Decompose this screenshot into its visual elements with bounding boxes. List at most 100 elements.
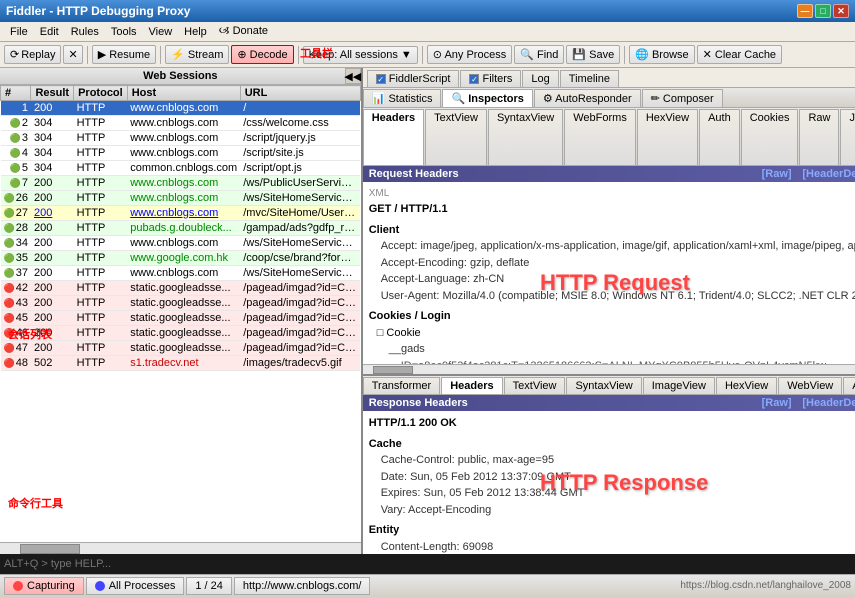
tab-webforms[interactable]: WebForms <box>564 109 636 166</box>
menu-rules[interactable]: Rules <box>65 25 105 39</box>
stream-button[interactable]: ⚡ Stream <box>165 45 229 64</box>
session-url: /ws/SiteHomeService.asmx/ <box>240 191 360 206</box>
cookie-root: □ Cookie <box>377 325 855 342</box>
menu-edit[interactable]: Edit <box>34 25 65 39</box>
session-host: www.cnblogs.com <box>127 266 240 281</box>
tab-raw[interactable]: Raw <box>799 109 839 166</box>
current-url: http://www.cnblogs.com/ <box>234 577 371 595</box>
tab-textview[interactable]: TextView <box>425 109 487 166</box>
table-row[interactable]: 🟢34200HTTPwww.cnblogs.com/ws/SiteHomeSer… <box>1 236 361 251</box>
capturing-status[interactable]: Capturing <box>4 577 84 595</box>
filters-checkbox[interactable]: ✓ <box>469 74 479 84</box>
table-row[interactable]: 🟢28200HTTPpubads.g.doubleck.../gampad/ad… <box>1 221 361 236</box>
tab-imageview[interactable]: ImageView <box>643 377 715 395</box>
tab-resp-textview[interactable]: TextView <box>504 377 566 395</box>
session-host: static.googleadsse... <box>127 311 240 326</box>
table-row[interactable]: 🟢5304HTTPcommon.cnblogs.com/script/opt.j… <box>1 161 361 176</box>
session-protocol: HTTP <box>74 236 128 251</box>
entity-header: Entity <box>369 522 855 539</box>
table-row[interactable]: 🟢2304HTTPwww.cnblogs.com/css/welcome.css <box>1 116 361 131</box>
tab-resp-syntaxview[interactable]: SyntaxView <box>566 377 641 395</box>
response-header-bar: Response Headers [Raw] [HeaderDefinition… <box>363 395 855 411</box>
tab-resp-hexview[interactable]: HexView <box>716 377 777 395</box>
tab-inspectors[interactable]: 🔍 Inspectors <box>442 89 532 108</box>
tab-json[interactable]: JSON <box>840 109 855 166</box>
tab-resp-auth[interactable]: Auth <box>843 377 855 395</box>
menu-donate[interactable]: 🙢 Donate <box>213 21 274 42</box>
tab-filters-label: Filters <box>482 73 512 85</box>
table-row[interactable]: 1200HTTPwww.cnblogs.com/ <box>1 101 361 116</box>
resume-button[interactable]: ▶ Resume <box>92 45 156 64</box>
table-row[interactable]: 🔴43200HTTPstatic.googleadsse.../pagead/i… <box>1 296 361 311</box>
session-url: /css/welcome.css <box>240 116 360 131</box>
menu-view[interactable]: View <box>143 25 179 39</box>
tab-resp-headers[interactable]: Headers <box>441 377 502 395</box>
minimize-button[interactable]: — <box>797 4 813 18</box>
toolbar-sep-3 <box>298 46 299 64</box>
sessions-hscroll[interactable] <box>0 542 361 554</box>
processes-status[interactable]: All Processes <box>86 577 185 595</box>
hscroll-thumb[interactable] <box>20 544 80 554</box>
table-row[interactable]: 🔴47200HTTPstatic.googleadsse.../pagead/i… <box>1 341 361 356</box>
fiddlerscript-checkbox[interactable]: ✓ <box>376 74 386 84</box>
request-hscroll-thumb[interactable] <box>373 366 413 374</box>
session-host: www.cnblogs.com <box>127 101 240 116</box>
table-row[interactable]: 🟢27200HTTPwww.cnblogs.com/mvc/SiteHome/U… <box>1 206 361 221</box>
menu-file[interactable]: File <box>4 25 34 39</box>
request-def-link[interactable]: [HeaderDefinitions] <box>802 168 855 180</box>
tab-cookies[interactable]: Cookies <box>741 109 799 166</box>
menu-tools[interactable]: Tools <box>105 25 143 39</box>
response-raw-link[interactable]: [Raw] <box>762 397 792 409</box>
request-raw-link[interactable]: [Raw] <box>762 168 792 180</box>
command-input[interactable] <box>4 558 851 570</box>
tab-transformer[interactable]: Transformer <box>363 377 441 395</box>
tab-autoresponder[interactable]: ⚙ AutoResponder <box>534 89 641 108</box>
response-def-link[interactable]: [HeaderDefinitions] <box>802 397 855 409</box>
tab-headers[interactable]: Headers <box>363 109 424 166</box>
remove-button[interactable]: ✕ <box>63 45 82 64</box>
session-number: 1 <box>22 102 28 114</box>
sessions-header: Web Sessions <box>0 68 361 85</box>
table-row[interactable]: 🔴45200HTTPstatic.googleadsse.../pagead/i… <box>1 311 361 326</box>
browse-button[interactable]: 🌐 Browse <box>629 45 694 64</box>
table-row[interactable]: 🔴42200HTTPstatic.googleadsse.../pagead/i… <box>1 281 361 296</box>
table-row[interactable]: 🔴48502HTTPs1.tradecv.net/images/tradecv5… <box>1 356 361 371</box>
table-row[interactable]: 🟢37200HTTPwww.cnblogs.com/ws/SiteHomeSer… <box>1 266 361 281</box>
tab-timeline[interactable]: Timeline <box>560 70 619 87</box>
tab-log[interactable]: Log <box>522 70 558 87</box>
tab-statistics[interactable]: 📊 Statistics <box>363 89 442 108</box>
table-row[interactable]: 🟢3304HTTPwww.cnblogs.com/script/jquery.j… <box>1 131 361 146</box>
tab-fiddlerscript[interactable]: ✓ FiddlerScript <box>367 70 460 87</box>
session-host: common.cnblogs.com <box>127 161 240 176</box>
table-row[interactable]: 🔴46200HTTPstatic.googleadsse.../pagead/i… <box>1 326 361 341</box>
replay-button[interactable]: ⟳ Replay <box>4 45 61 64</box>
maximize-button[interactable]: □ <box>815 4 831 18</box>
clear-cache-button[interactable]: ✕ Clear Cache <box>697 45 782 64</box>
session-host: pubads.g.doubleck... <box>127 221 240 236</box>
request-hscroll[interactable] <box>363 364 855 374</box>
keep-button[interactable]: Keep: All sessions ▼ <box>303 46 418 64</box>
tab-auth[interactable]: Auth <box>699 109 740 166</box>
tab-filters[interactable]: ✓ Filters <box>460 70 521 87</box>
session-result: 200 <box>31 251 74 266</box>
close-button[interactable]: ✕ <box>833 4 849 18</box>
cookie-tree: □ Cookie __gads ID=a8ec9f53f4ac381c:T=13… <box>369 325 855 365</box>
collapse-button[interactable]: ◀◀ <box>345 68 361 84</box>
table-row[interactable]: 🟢4304HTTPwww.cnblogs.com/script/site.js <box>1 146 361 161</box>
tab-syntaxview[interactable]: SyntaxView <box>488 109 563 166</box>
decode-button[interactable]: ⊕ Decode <box>231 45 293 64</box>
menu-bar: File Edit Rules Tools View Help 🙢 Donate <box>0 22 855 42</box>
save-button[interactable]: 💾 Save <box>566 45 620 64</box>
session-host: static.googleadsse... <box>127 326 240 341</box>
session-protocol: HTTP <box>74 116 128 131</box>
tab-composer[interactable]: ✏ Composer <box>642 89 723 108</box>
table-row[interactable]: 🟢26200HTTPwww.cnblogs.com/ws/SiteHomeSer… <box>1 191 361 206</box>
table-row[interactable]: 🟢7200HTTPwww.cnblogs.com/ws/PublicUserSe… <box>1 176 361 191</box>
session-result: 200 <box>31 236 74 251</box>
process-button[interactable]: ⊙ Any Process <box>427 45 512 64</box>
tab-hexview[interactable]: HexView <box>637 109 698 166</box>
table-row[interactable]: 🟢35200HTTPwww.google.com.hk/coop/cse/bra… <box>1 251 361 266</box>
menu-help[interactable]: Help <box>178 25 213 39</box>
tab-webview[interactable]: WebView <box>778 377 842 395</box>
find-button[interactable]: 🔍 Find <box>514 45 564 64</box>
